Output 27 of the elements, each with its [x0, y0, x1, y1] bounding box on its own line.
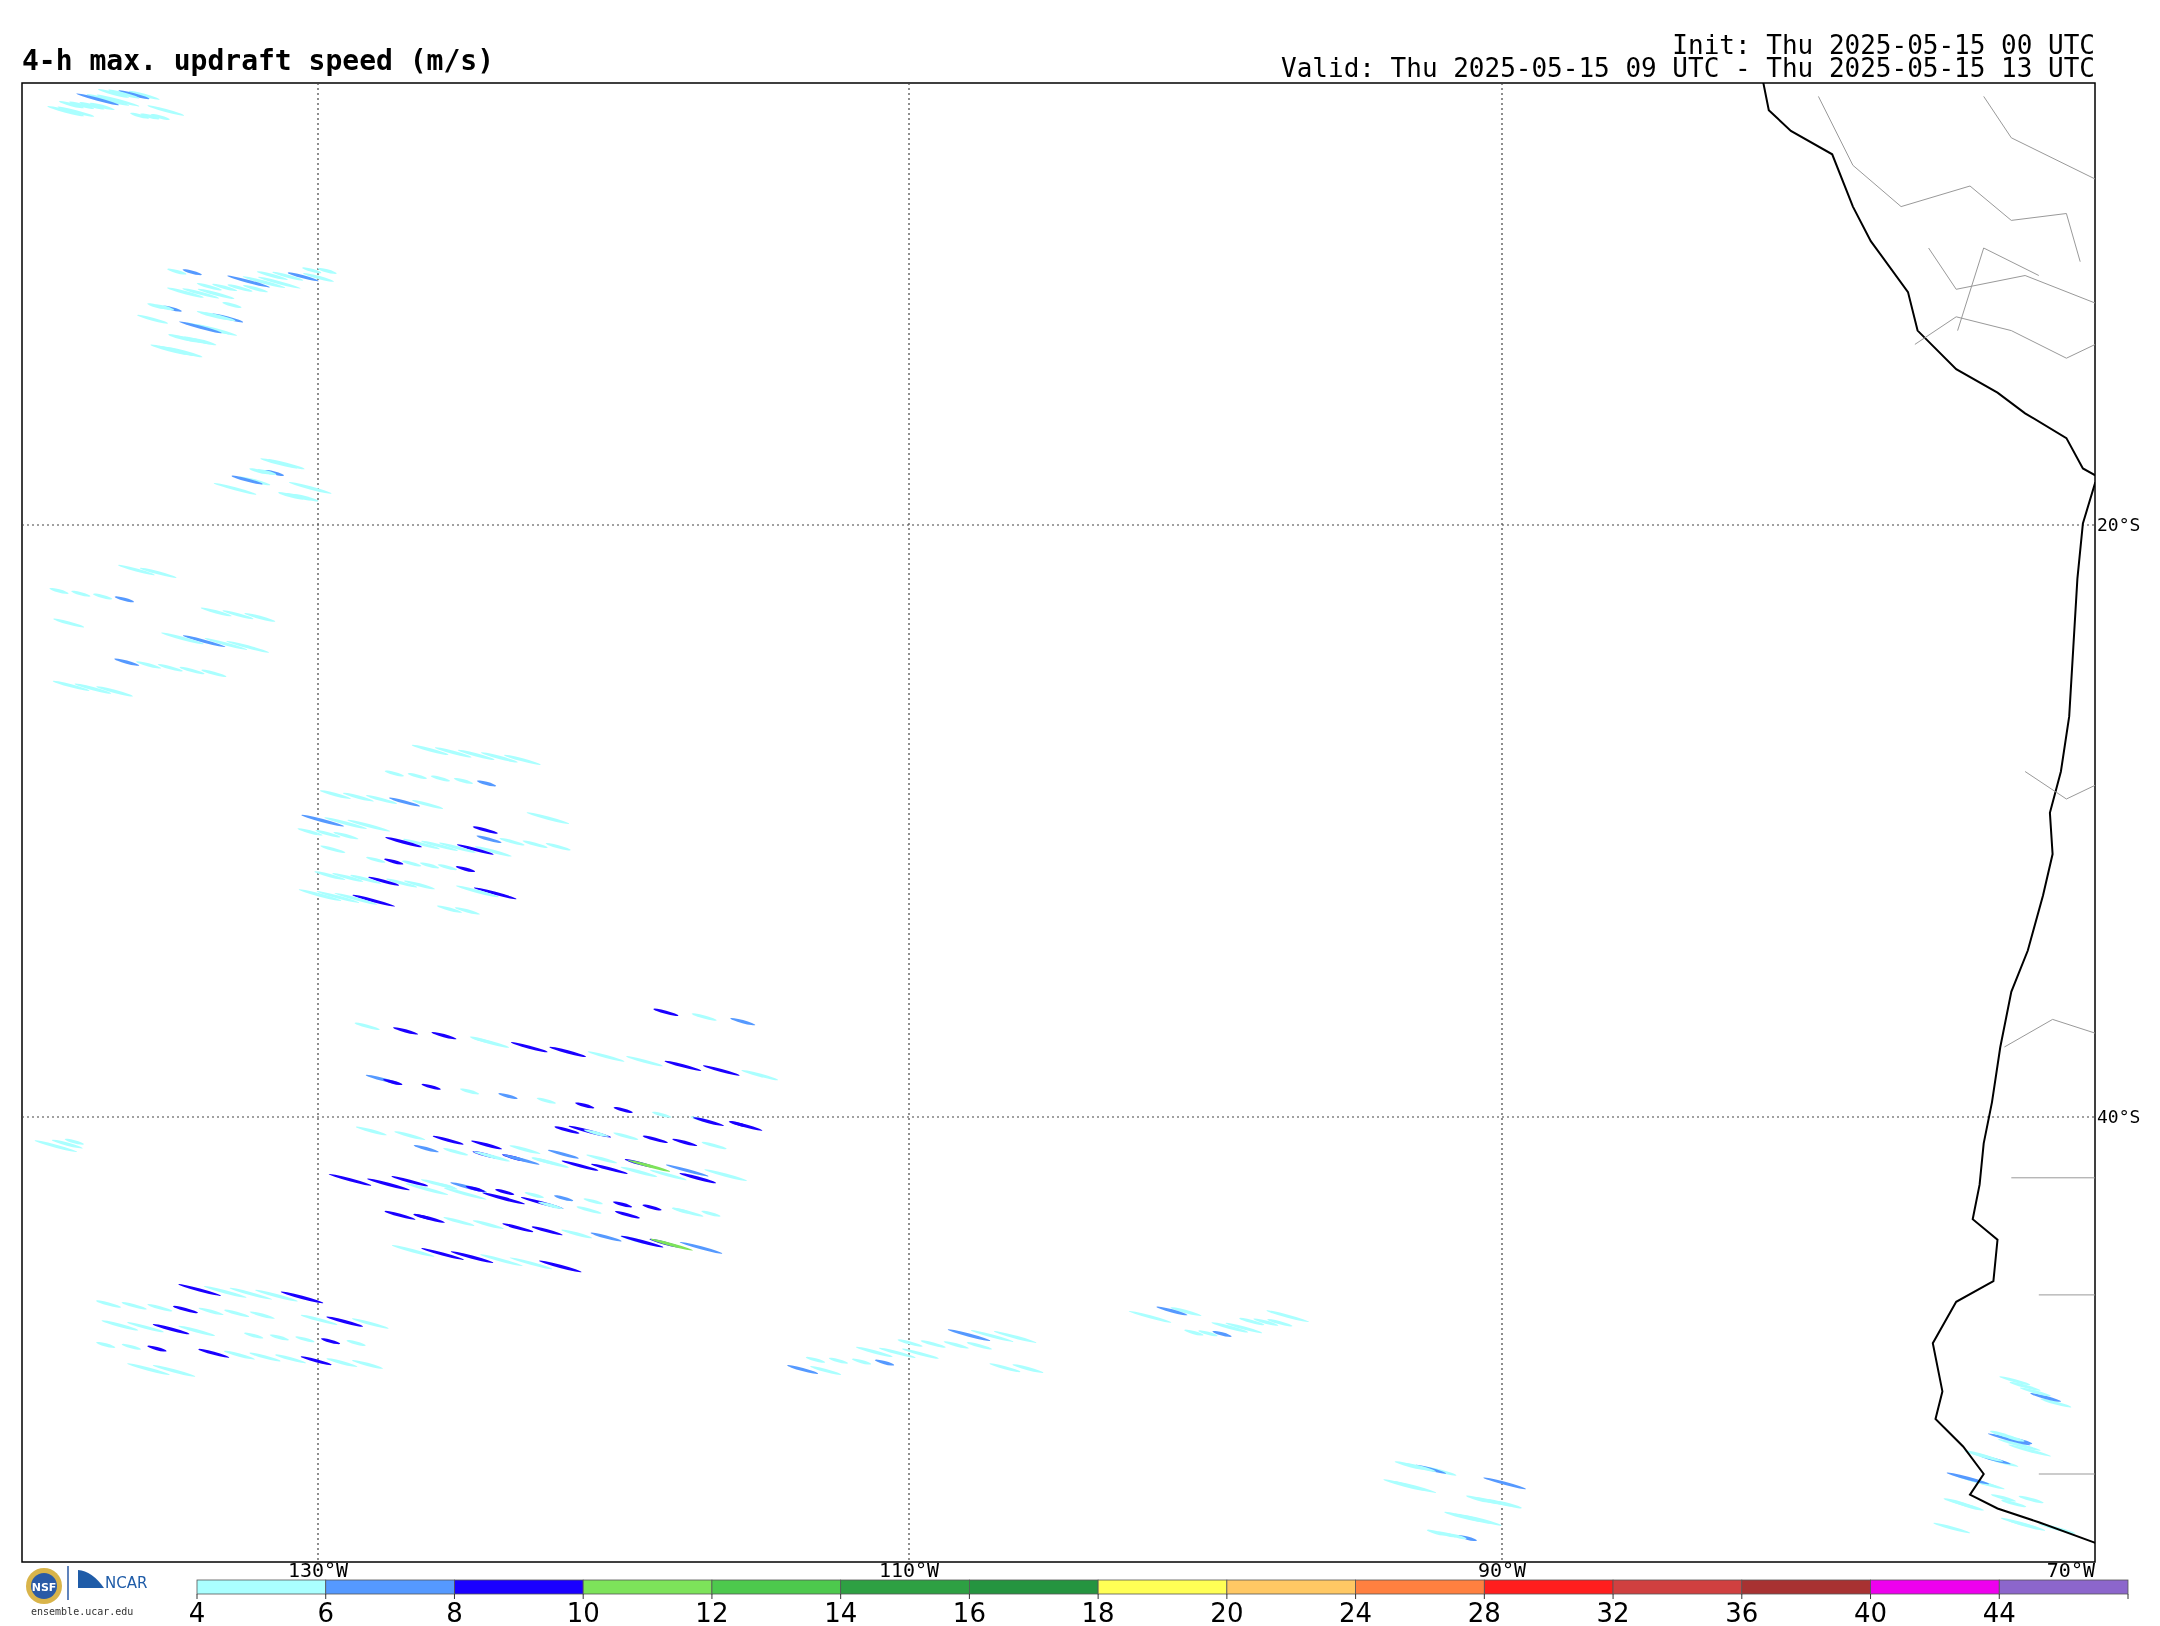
- latitude-label: 40°S: [2097, 1106, 2141, 1127]
- nsf-logo-text: NSF: [31, 1581, 57, 1594]
- longitude-label: 110°W: [878, 1558, 940, 1582]
- longitude-label: 130°W: [287, 1558, 349, 1582]
- colorbar-tick-label: 36: [1725, 1598, 1759, 1626]
- colorbar-tick-label: 16: [952, 1598, 986, 1626]
- colorbar-tick-label: 40: [1853, 1598, 1888, 1626]
- colorbar-tick-label: 12: [695, 1598, 729, 1626]
- site-url: ensemble.ucar.edu: [31, 1606, 134, 1617]
- latitude-label: 20°S: [2097, 514, 2141, 535]
- colorbar-tick-label: 4: [188, 1598, 206, 1626]
- longitude-label: 70°W: [2046, 1558, 2095, 1582]
- ncar-wordmark: NCAR: [105, 1574, 148, 1592]
- ncar-logo-icon: [78, 1570, 104, 1588]
- nsf-logo-icon: [26, 1568, 62, 1604]
- colorbar-tick-label: 10: [566, 1598, 600, 1626]
- colorbar-tick-label: 20: [1210, 1598, 1244, 1626]
- colorbar-tick-label: 8: [446, 1598, 463, 1626]
- colorbar-tick-label: 24: [1339, 1598, 1373, 1626]
- colorbar-tick-label: 32: [1596, 1598, 1630, 1626]
- colorbar-tick-label: 18: [1081, 1598, 1115, 1626]
- longitude-label: 90°W: [1477, 1558, 1527, 1582]
- colorbar-tick-label: 44: [1982, 1598, 2016, 1626]
- plot-title: 4-h max. updraft speed (m/s): [22, 44, 494, 77]
- colorbar-tick-label: 6: [317, 1598, 334, 1626]
- colorbar-tick-label: 28: [1467, 1598, 1501, 1626]
- colorbar-tick-label: 14: [824, 1598, 858, 1626]
